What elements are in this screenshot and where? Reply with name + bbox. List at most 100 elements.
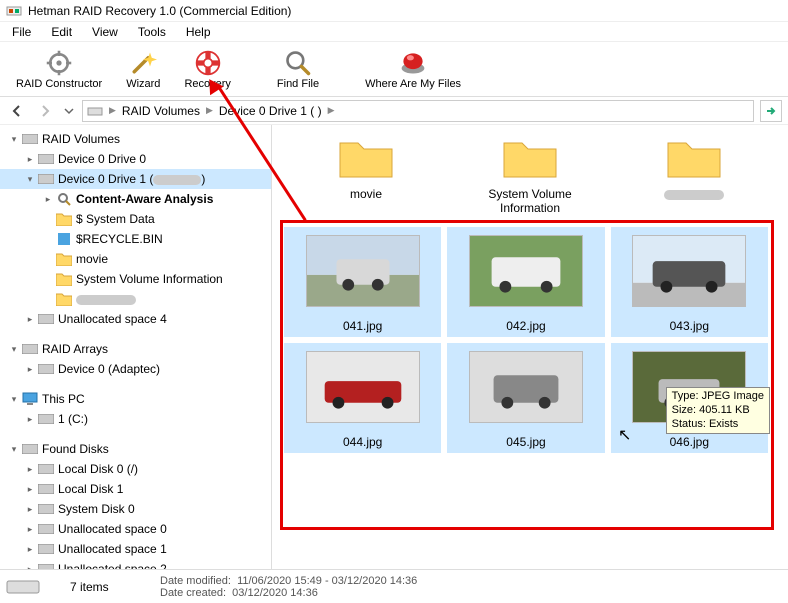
- expand-icon[interactable]: ▸: [24, 544, 36, 555]
- collapse-icon[interactable]: ▾: [8, 344, 20, 355]
- file-043[interactable]: 043.jpg: [611, 227, 768, 337]
- expand-icon[interactable]: ▸: [42, 194, 54, 205]
- expand-icon[interactable]: ▸: [24, 364, 36, 375]
- drive-icon: [38, 501, 54, 517]
- tree-drive0[interactable]: ▸Device 0 Drive 0: [0, 149, 271, 169]
- tree-pane[interactable]: ▾RAID Volumes ▸Device 0 Drive 0 ▾Device …: [0, 125, 272, 569]
- folder-item-movie[interactable]: movie: [304, 135, 428, 215]
- tree-recycle-bin[interactable]: $RECYCLE.BIN: [0, 229, 271, 249]
- file-label: 042.jpg: [506, 319, 545, 333]
- tree-unalloc-1[interactable]: ▸Unallocated space 1: [0, 539, 271, 559]
- tree-content-aware[interactable]: ▸Content-Aware Analysis: [0, 189, 271, 209]
- file-042[interactable]: 042.jpg: [447, 227, 604, 337]
- folder-label: [664, 187, 724, 201]
- file-041[interactable]: 041.jpg: [284, 227, 441, 337]
- app-icon: [6, 3, 22, 19]
- drive-icon: [38, 411, 54, 427]
- expand-icon[interactable]: ▸: [24, 504, 36, 515]
- tree-cdrive[interactable]: ▸1 (C:): [0, 409, 271, 429]
- collapse-icon[interactable]: ▾: [24, 174, 36, 185]
- expand-icon[interactable]: ▸: [24, 464, 36, 475]
- raid-constructor-button[interactable]: RAID Constructor: [4, 43, 114, 95]
- lifebuoy-icon: [194, 49, 222, 77]
- expand-icon[interactable]: ▸: [24, 414, 36, 425]
- tree-movie[interactable]: movie: [0, 249, 271, 269]
- thumbnail-grid: 041.jpg 042.jpg 043.jpg 044.jpg 045.jpg …: [284, 227, 768, 453]
- chevron-right-icon: ▶: [206, 105, 213, 116]
- folder-icon: [56, 251, 72, 267]
- drive-icon: [38, 171, 54, 187]
- tree-unalloc4[interactable]: ▸Unallocated space 4: [0, 309, 271, 329]
- folder-icon: [56, 271, 72, 287]
- status-meta: Date modified: 11/06/2020 15:49 - 03/12/…: [160, 575, 417, 599]
- tree-unalloc-2[interactable]: ▸Unallocated space 2: [0, 559, 271, 569]
- drive-icon: [38, 521, 54, 537]
- tree-svi[interactable]: System Volume Information: [0, 269, 271, 289]
- menu-view[interactable]: View: [82, 23, 128, 41]
- expand-icon[interactable]: ▸: [24, 484, 36, 495]
- drive-icon: [22, 341, 38, 357]
- tree-found-disks[interactable]: ▾Found Disks: [0, 439, 271, 459]
- back-button[interactable]: [6, 100, 28, 122]
- drive-icon: [22, 131, 38, 147]
- tooltip-status: Status: Exists: [672, 418, 764, 432]
- file-044[interactable]: 044.jpg: [284, 343, 441, 453]
- tree-adaptec[interactable]: ▸Device 0 (Adaptec): [0, 359, 271, 379]
- file-label: 046.jpg: [670, 435, 709, 449]
- file-046[interactable]: 046.jpg Type: JPEG Image Size: 405.11 KB…: [611, 343, 768, 453]
- disk-icon: [6, 577, 40, 597]
- image-thumbnail: [306, 235, 420, 307]
- tree-local-disk-1[interactable]: ▸Local Disk 1: [0, 479, 271, 499]
- wizard-button[interactable]: Wizard: [114, 43, 172, 95]
- tree-unalloc-0[interactable]: ▸Unallocated space 0: [0, 519, 271, 539]
- crumb-raid-volumes[interactable]: RAID Volumes: [118, 104, 204, 118]
- status-bar: 7 items Date modified: 11/06/2020 15:49 …: [0, 569, 788, 603]
- drive-icon: [38, 461, 54, 477]
- toolbar-label: Wizard: [126, 78, 160, 90]
- menu-tools[interactable]: Tools: [128, 23, 176, 41]
- menu-edit[interactable]: Edit: [41, 23, 82, 41]
- folder-icon: [666, 135, 722, 179]
- toolbar-label: RAID Constructor: [16, 78, 102, 90]
- folder-item-svi[interactable]: System Volume Information: [468, 135, 592, 215]
- content-pane[interactable]: movie System Volume Information 041.jpg …: [272, 125, 788, 569]
- tree-system-disk-0[interactable]: ▸System Disk 0: [0, 499, 271, 519]
- folder-label: movie: [350, 187, 382, 201]
- collapse-icon[interactable]: ▾: [8, 134, 20, 145]
- navbar: ▶ RAID Volumes ▶ Device 0 Drive 1 ( ) ▶: [0, 97, 788, 125]
- expand-icon[interactable]: ▸: [24, 524, 36, 535]
- drive-icon: [38, 151, 54, 167]
- image-thumbnail: [469, 235, 583, 307]
- drive-icon: [87, 103, 103, 119]
- tree-raid-volumes[interactable]: ▾RAID Volumes: [0, 129, 271, 149]
- folder-item-blurred[interactable]: [632, 135, 756, 215]
- collapse-icon[interactable]: ▾: [8, 444, 20, 455]
- tree-local-disk-0[interactable]: ▸Local Disk 0 (/): [0, 459, 271, 479]
- go-button[interactable]: [760, 100, 782, 122]
- tree-system-data[interactable]: $ System Data: [0, 209, 271, 229]
- expand-icon[interactable]: ▸: [24, 564, 36, 570]
- breadcrumb[interactable]: ▶ RAID Volumes ▶ Device 0 Drive 1 ( ) ▶: [82, 100, 754, 122]
- drive-icon: [38, 481, 54, 497]
- file-label: 043.jpg: [670, 319, 709, 333]
- collapse-icon[interactable]: ▾: [8, 394, 20, 405]
- where-are-my-files-button[interactable]: Where Are My Files: [353, 43, 473, 95]
- find-file-button[interactable]: Find File: [265, 43, 331, 95]
- tree-blurred-folder[interactable]: [0, 289, 271, 309]
- tree-this-pc[interactable]: ▾This PC: [0, 389, 271, 409]
- history-dropdown[interactable]: [62, 100, 76, 122]
- tree-raid-arrays[interactable]: ▾RAID Arrays: [0, 339, 271, 359]
- expand-icon[interactable]: ▸: [24, 154, 36, 165]
- file-045[interactable]: 045.jpg: [447, 343, 604, 453]
- tree-drive1[interactable]: ▾Device 0 Drive 1 (): [0, 169, 271, 189]
- menu-help[interactable]: Help: [176, 23, 221, 41]
- tooltip-size: Size: 405.11 KB: [672, 404, 764, 418]
- wand-icon: [129, 49, 157, 77]
- menu-file[interactable]: File: [2, 23, 41, 41]
- expand-icon[interactable]: ▸: [24, 314, 36, 325]
- toolbar-label: Find File: [277, 78, 319, 90]
- folder-label: System Volume Information: [468, 187, 592, 215]
- file-label: 045.jpg: [506, 435, 545, 449]
- image-thumbnail: [306, 351, 420, 423]
- forward-button[interactable]: [34, 100, 56, 122]
